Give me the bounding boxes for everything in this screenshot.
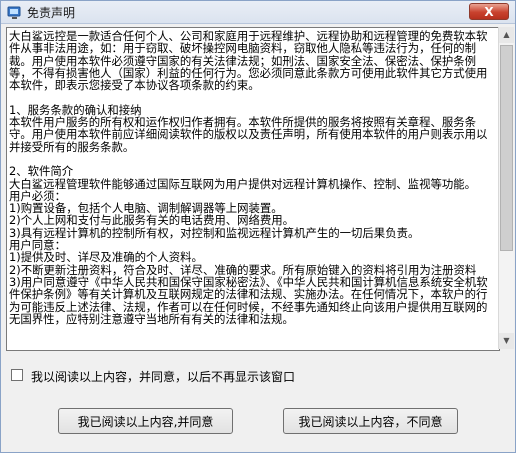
dialog-body: 大白鲨远控是一款适合任何个人、公司和家庭用于远程维护、远程协助和远程管理的免费软… [1,24,515,452]
scroll-down-arrow-icon[interactable]: ▼ [499,333,514,349]
disclaimer-textbox[interactable]: 大白鲨远控是一款适合任何个人、公司和家庭用于远程维护、远程协助和远程管理的免费软… [6,27,500,351]
dont-show-again-checkbox[interactable] [11,369,23,381]
disclaimer-window: 免责声明 X 大白鲨远控是一款适合任何个人、公司和家庭用于远程维护、远程协助和远… [0,0,516,453]
dont-show-again-label[interactable]: 我以阅读以上内容，并同意，以后不再显示该窗口 [31,368,295,385]
scroll-up-arrow-icon[interactable]: ▲ [499,27,514,43]
title-bar[interactable]: 免责声明 X [1,1,515,24]
vertical-scrollbar[interactable]: ▲ ▼ [498,27,514,349]
app-icon [7,6,21,19]
disagree-button[interactable]: 我已阅读以上内容，不同意 [283,408,458,434]
window-title: 免责声明 [27,6,76,20]
dont-show-again-row[interactable]: 我以阅读以上内容，并同意，以后不再显示该窗口 [11,367,431,385]
scroll-thumb[interactable] [500,45,513,251]
close-button[interactable]: X [469,3,509,20]
disclaimer-text: 大白鲨远控是一款适合任何个人、公司和家庭用于远程维护、远程协助和远程管理的免费软… [9,30,488,326]
agree-button[interactable]: 我已阅读以上内容,并同意 [58,408,233,434]
